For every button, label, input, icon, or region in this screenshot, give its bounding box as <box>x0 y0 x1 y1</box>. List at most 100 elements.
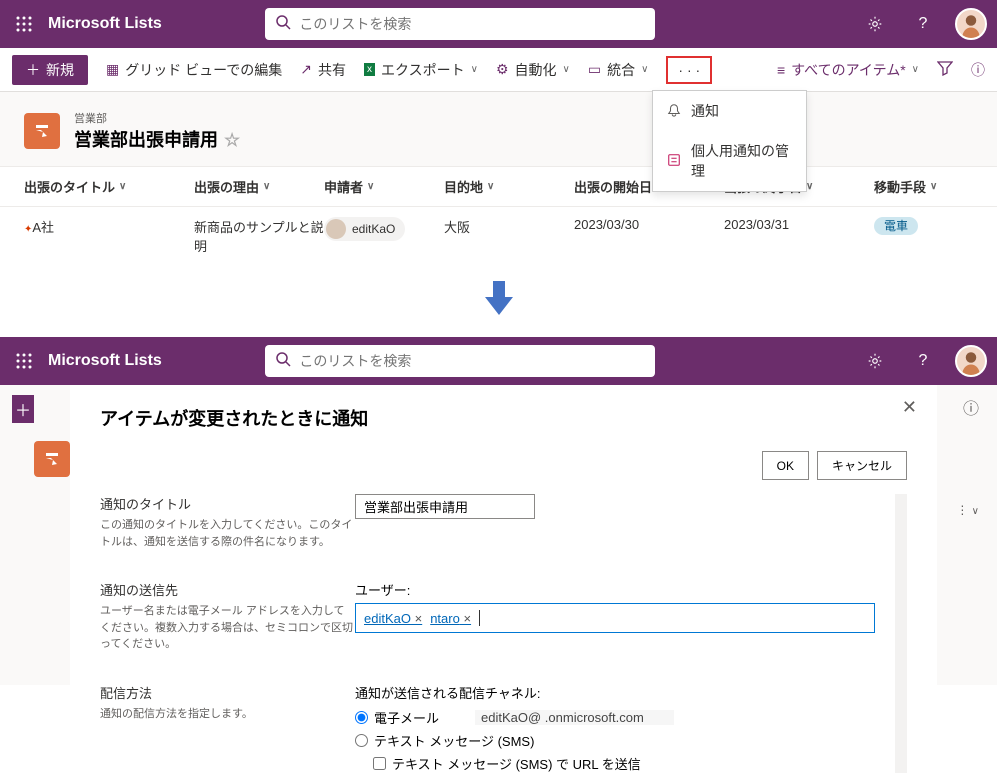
app-header: Microsoft Lists ? <box>0 337 997 385</box>
info-icon[interactable]: ⓘ <box>971 60 985 80</box>
list-name: 営業部出張申請用☆ <box>74 126 240 152</box>
alert-title-input[interactable] <box>355 494 535 519</box>
column-headers: 出張のタイトル∨ 出張の理由∨ 申請者∨ 目的地∨ 出張の開始日∨ 出張の終了日… <box>0 166 997 207</box>
delivery-label: 配信方法 <box>100 683 355 702</box>
new-button[interactable]: ＋ 新規 <box>12 55 88 85</box>
ok-button[interactable]: OK <box>762 451 809 480</box>
help-icon[interactable]: ? <box>907 345 939 377</box>
user-tag[interactable]: ntaro <box>430 611 471 626</box>
chevron-down-icon: ∨ <box>119 181 126 192</box>
radio-email-input[interactable] <box>355 711 368 724</box>
search-input[interactable] <box>299 16 645 32</box>
cell-dest: 大阪 <box>444 217 574 236</box>
radio-sms[interactable]: テキスト メッセージ (SMS) <box>355 731 875 750</box>
search-input[interactable] <box>299 353 645 369</box>
list-department: 営業部 <box>74 110 240 126</box>
checkbox-sms-url[interactable]: テキスト メッセージ (SMS) で URL を送信 <box>373 754 875 773</box>
send-to-desc: ユーザー名または電子メール アドレスを入力してください。複数入力する場合は、セミ… <box>100 603 355 653</box>
col-reason[interactable]: 出張の理由∨ <box>194 177 324 196</box>
chevron-down-icon: ∨ <box>563 64 570 75</box>
chevron-down-icon: ∨ <box>367 181 374 192</box>
cell-start: 2023/03/30 <box>574 217 724 232</box>
search-icon <box>275 14 291 35</box>
integrate-icon: ▭ <box>588 61 601 78</box>
transition-arrow-icon <box>0 265 997 337</box>
new-button-label: 新規 <box>46 60 74 80</box>
transport-tag: 電車 <box>874 217 918 235</box>
more-actions-menu: 通知 個人用通知の管理 <box>652 90 807 192</box>
search-box[interactable] <box>265 345 655 377</box>
close-button[interactable]: ✕ <box>902 397 917 418</box>
settings-icon[interactable] <box>859 345 891 377</box>
radio-email[interactable]: 電子メール editKaO@ .onmicrosoft.com <box>355 708 875 727</box>
col-transport[interactable]: 移動手段∨ <box>874 177 954 196</box>
send-to-label: 通知の送信先 <box>100 580 355 599</box>
menu-item-manage-alerts[interactable]: 個人用通知の管理 <box>653 131 806 191</box>
user-avatar[interactable] <box>955 8 987 40</box>
info-icon[interactable]: ⓘ <box>963 395 979 419</box>
users-label: ユーザー: <box>355 580 875 599</box>
radio-sms-input[interactable] <box>355 734 368 747</box>
chevron-down-icon: ∨ <box>806 181 813 192</box>
cell-reason: 新商品のサンプルと説明 <box>194 217 324 255</box>
search-box[interactable] <box>265 8 655 40</box>
list-icon <box>34 441 70 477</box>
filter-icon[interactable] <box>937 60 953 79</box>
manage-alerts-icon <box>667 153 681 170</box>
chevron-down-icon: ∨ <box>471 64 478 75</box>
col-title[interactable]: 出張のタイトル∨ <box>24 177 194 196</box>
cell-title: A社 <box>32 220 54 235</box>
chevron-down-icon: ∨ <box>263 181 270 192</box>
chevron-down-icon: ∨ <box>930 181 937 192</box>
ellipsis-icon: · · · <box>678 62 700 78</box>
col-applicant[interactable]: 申請者∨ <box>324 177 444 196</box>
export-button[interactable]: x エクスポート ∨ <box>364 60 478 80</box>
email-address: editKaO@ .onmicrosoft.com <box>475 710 674 725</box>
list-icon <box>24 113 60 149</box>
person-avatar-icon <box>326 219 346 239</box>
user-tag[interactable]: editKaO <box>364 611 422 626</box>
settings-icon[interactable] <box>859 8 891 40</box>
col-dest[interactable]: 目的地∨ <box>444 177 574 196</box>
menu-item-notify[interactable]: 通知 <box>653 91 806 131</box>
help-icon[interactable]: ? <box>907 8 939 40</box>
delivery-desc: 通知の配信方法を指定します。 <box>100 706 355 723</box>
app-launcher-icon[interactable] <box>10 347 38 375</box>
search-icon <box>275 351 291 372</box>
filter-lines-icon: ≡ <box>777 62 785 78</box>
table-row[interactable]: ✦A社 新商品のサンプルと説明 editKaO 大阪 2023/03/30 20… <box>0 207 997 265</box>
plus-icon: ＋ <box>26 60 40 80</box>
list-header: 営業部 営業部出張申請用☆ <box>0 92 997 166</box>
flow-icon: ⚙ <box>496 61 509 78</box>
person-chip[interactable]: editKaO <box>324 217 405 241</box>
chevron-down-icon: ∨ <box>912 64 919 75</box>
alert-title-desc: この通知のタイトルを入力してください。このタイトルは、通知を送信する際の件名にな… <box>100 517 355 550</box>
more-actions-button[interactable]: · · · <box>666 56 712 84</box>
dialog-screen: Microsoft Lists ? ＋ ⓘ ⋮ ∨ ✕ アイテムが変更されたとき… <box>0 337 997 685</box>
new-button-partial[interactable]: ＋ <box>12 395 34 423</box>
excel-icon: x <box>364 63 375 76</box>
cancel-button[interactable]: キャンセル <box>817 451 907 480</box>
checkbox-sms-url-input[interactable] <box>373 757 386 770</box>
share-icon: ↗ <box>300 61 312 78</box>
app-header: Microsoft Lists ? <box>0 0 997 48</box>
chevron-down-icon: ∨ <box>487 181 494 192</box>
app-launcher-icon[interactable] <box>10 10 38 38</box>
alert-title-label: 通知のタイトル <box>100 494 355 513</box>
favorite-star-icon[interactable]: ☆ <box>224 130 240 150</box>
channel-label: 通知が送信される配信チャネル: <box>355 683 875 702</box>
app-title: Microsoft Lists <box>48 352 162 370</box>
users-input[interactable]: editKaO ntaro <box>355 603 875 633</box>
bell-icon <box>667 103 681 120</box>
view-selector[interactable]: ≡ すべてのアイテム* ∨ <box>777 60 919 80</box>
list-table: 出張のタイトル∨ 出張の理由∨ 申請者∨ 目的地∨ 出張の開始日∨ 出張の終了日… <box>0 166 997 265</box>
grid-edit-button[interactable]: ▦ グリッド ビューでの編集 <box>106 60 282 80</box>
user-avatar[interactable] <box>955 345 987 377</box>
integrate-button[interactable]: ▭ 統合 ∨ <box>588 60 649 80</box>
automate-button[interactable]: ⚙ 自動化 ∨ <box>496 60 570 80</box>
share-button[interactable]: ↗ 共有 <box>300 60 346 80</box>
text-caret <box>479 610 480 626</box>
chevron-down-icon: ⋮ ∨ <box>956 503 979 517</box>
chevron-down-icon: ∨ <box>641 64 648 75</box>
cell-end: 2023/03/31 <box>724 217 874 232</box>
